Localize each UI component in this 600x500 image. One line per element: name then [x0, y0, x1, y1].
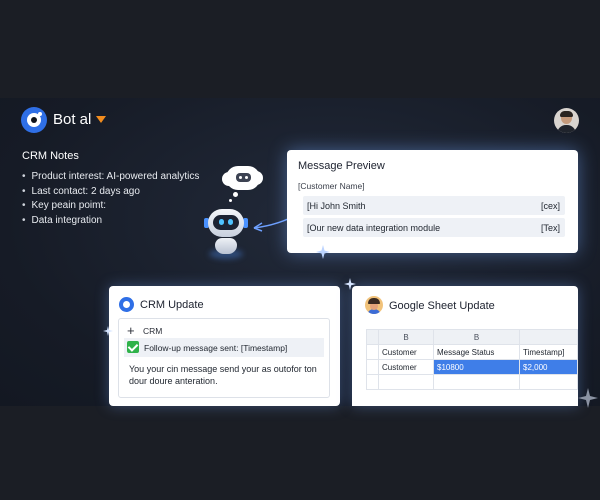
note-item: Data integration	[22, 214, 199, 229]
preview-row-text: [Our new data integration module	[307, 223, 441, 233]
preview-row-text: [Hi John Smith	[307, 201, 366, 211]
table-cell[interactable]	[519, 374, 578, 390]
crm-notes-list: Product interest: AI-powered analytics L…	[22, 170, 200, 229]
plus-icon[interactable]: +	[127, 323, 135, 338]
table-cell-selected[interactable]: $2,000	[519, 359, 578, 375]
table-cell[interactable]	[433, 374, 520, 390]
crm-panel: + CRM Follow-up message sent: [Timestamp…	[118, 318, 330, 398]
table-cell-selected[interactable]: $10800	[433, 359, 520, 375]
crm-message: You your cin message send your as outofo…	[129, 364, 317, 386]
note-item: Last contact: 2 days ago	[22, 185, 199, 200]
preview-row-tag: [Tex]	[540, 223, 560, 233]
status-row: Follow-up message sent: [Timestamp]	[124, 338, 324, 357]
table-cell[interactable]: Customer	[378, 344, 434, 360]
table-cell[interactable]: Timestamp]	[519, 344, 578, 360]
row-header	[366, 359, 379, 375]
message-preview-card: Message Preview [Customer Name] [Hi John…	[287, 150, 578, 253]
robot-icon	[203, 209, 249, 259]
crm-notes-title: CRM Notes	[22, 150, 79, 162]
table-cell[interactable]	[378, 374, 434, 390]
google-sheet-title: Google Sheet Update	[389, 300, 495, 312]
preview-row-tag: [cex]	[540, 201, 560, 211]
sheet-grid: B B Customer Message Status Timestamp] C…	[366, 329, 578, 390]
crm-icon	[119, 297, 134, 312]
crm-update-card: CRM Update + CRM Follow-up message sent:…	[109, 286, 340, 406]
check-icon[interactable]	[127, 341, 139, 353]
row-header	[366, 374, 379, 390]
bot-logo-icon[interactable]	[21, 107, 47, 133]
column-header[interactable]: B	[378, 329, 434, 345]
user-avatar-icon[interactable]	[554, 108, 579, 133]
sparkle-icon	[316, 245, 330, 259]
column-header[interactable]	[519, 329, 578, 345]
caret-down-icon[interactable]	[96, 116, 106, 123]
thought-dot	[229, 199, 232, 202]
status-text: Follow-up message sent: [Timestamp]	[144, 343, 288, 353]
thought-dot	[233, 192, 238, 197]
sparkle-icon	[103, 326, 113, 336]
note-item: Key peain poimt:	[22, 199, 199, 214]
app-title: Bot al	[53, 111, 92, 128]
column-header[interactable]: B	[433, 329, 520, 345]
note-item: Product interest: AI-powered analytics	[22, 170, 200, 185]
table-cell[interactable]: Customer	[378, 359, 434, 375]
crm-update-title: CRM Update	[140, 299, 204, 311]
thought-bubble-icon	[222, 166, 263, 190]
preview-row[interactable]: [Hi John Smith [cex]	[303, 196, 565, 215]
customer-name-field: [Customer Name]	[298, 181, 365, 191]
row-header	[366, 344, 379, 360]
sparkle-icon	[578, 388, 598, 408]
table-cell[interactable]: Message Status	[433, 344, 520, 360]
crm-label: CRM	[143, 326, 163, 336]
sparkle-icon	[344, 278, 356, 290]
preview-row[interactable]: [Our new data integration module [Tex]	[303, 218, 565, 237]
google-sheet-card: Google Sheet Update B B Customer Message…	[352, 286, 578, 406]
message-preview-title: Message Preview	[298, 160, 385, 172]
corner-cell	[366, 329, 379, 345]
sheet-avatar-icon	[365, 296, 383, 314]
